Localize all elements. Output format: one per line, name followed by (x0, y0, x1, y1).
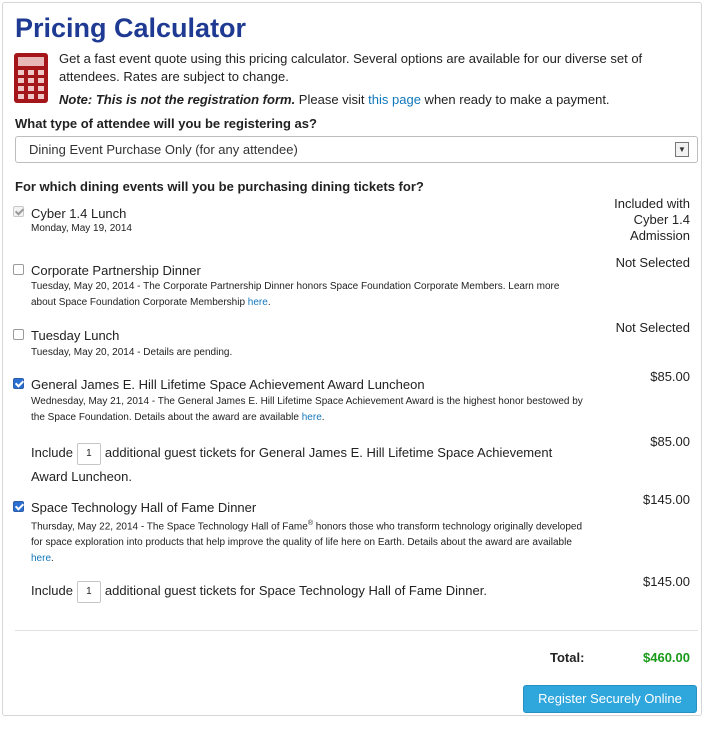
price-line: Included with (614, 196, 690, 211)
note-post-link: when ready to make a payment. (420, 92, 610, 107)
attendee-type-select[interactable]: Dining Event Purchase Only (for any atte… (15, 136, 698, 163)
guest-ticket-text: additional guest tickets for General Jam… (31, 445, 553, 484)
desc-after: . (267, 297, 271, 308)
calculator-icon (14, 53, 48, 103)
dining-events-question: For which dining events will you be purc… (15, 179, 424, 194)
note-pre-link: Please visit (295, 92, 369, 107)
event-checkbox-hall-of-fame-dinner[interactable] (13, 501, 24, 512)
chevron-down-icon[interactable]: ▼ (675, 142, 689, 157)
attendee-type-question: What type of attendee will you be regist… (15, 116, 317, 131)
registration-page-link[interactable]: this page (368, 92, 421, 107)
include-label: Include (31, 583, 73, 598)
event-checkbox-corporate-dinner[interactable] (13, 264, 24, 275)
event-desc-cyber-lunch: Monday, May 19, 2014 (31, 223, 132, 234)
event-price-hill-luncheon: $85.00 (650, 369, 690, 384)
guest-qty-input-hill[interactable]: 1 (76, 442, 101, 465)
event-price-corporate-dinner: Not Selected (615, 255, 690, 270)
event-name-hill-luncheon: General James E. Hill Lifetime Space Ach… (31, 377, 425, 392)
event-name-hall-of-fame-dinner: Space Technology Hall of Fame Dinner (31, 500, 257, 515)
hill-award-link[interactable]: here (302, 412, 322, 423)
include-label: Include (31, 445, 73, 460)
event-name-corporate-dinner: Corporate Partnership Dinner (31, 263, 201, 278)
guest-price-hall-of-fame: $145.00 (643, 574, 690, 589)
hall-of-fame-award-link[interactable]: here (31, 553, 51, 564)
desc-text: Thursday, May 22, 2014 - The Space Techn… (31, 521, 308, 533)
register-button[interactable]: Register Securely Online Now (523, 685, 697, 732)
desc-after: . (321, 412, 325, 423)
note-bold: Note: This is not the registration form. (59, 92, 296, 107)
total-value: $460.00 (643, 650, 690, 665)
event-price-cyber-lunch: Included with Cyber 1.4 Admission (614, 196, 690, 244)
attendee-type-selected: Dining Event Purchase Only (for any atte… (29, 142, 298, 157)
event-checkbox-hill-luncheon[interactable] (13, 378, 24, 389)
guest-price-hill-luncheon: $85.00 (650, 434, 690, 449)
total-divider (15, 630, 698, 631)
event-desc-hill-luncheon: Wednesday, May 21, 2014 - The General Ja… (31, 394, 586, 426)
event-desc-corporate-dinner: Tuesday, May 20, 2014 - The Corporate Pa… (31, 279, 586, 311)
guest-tickets-hall-of-fame: Include 1 additional guest tickets for Spa… (31, 579, 591, 603)
intro-text: Get a fast event quote using this pricin… (59, 51, 643, 84)
calculator-panel: Pricing Calculator Get a fast event quot… (2, 2, 702, 732)
price-line: Cyber 1.4 (633, 212, 690, 227)
event-name-cyber-lunch: Cyber 1.4 Lunch (31, 206, 127, 221)
desc-text: Tuesday, May 20, 2014 - The Corporate Pa… (31, 281, 560, 308)
event-price-hall-of-fame-dinner: $145.00 (643, 492, 690, 507)
event-checkbox-tuesday-lunch[interactable] (13, 329, 24, 340)
guest-ticket-text: additional guest tickets for Space Techn… (104, 583, 487, 598)
desc-after: . (51, 553, 54, 565)
event-price-tuesday-lunch: Not Selected (615, 320, 690, 335)
registration-note: Note: This is not the registration form.… (59, 92, 610, 107)
corporate-membership-link[interactable]: here (248, 297, 268, 308)
guest-qty-input-hall-of-fame[interactable]: 1 (76, 580, 101, 603)
page-title: Pricing Calculator (15, 13, 247, 43)
total-label: Total: (550, 650, 585, 665)
event-desc-tuesday-lunch: Tuesday, May 20, 2014 - Details are pend… (31, 347, 233, 358)
event-checkbox-cyber-lunch[interactable] (13, 206, 24, 217)
price-line: Admission (630, 228, 690, 243)
event-desc-hall-of-fame-dinner: Thursday, May 22, 2014 - The Space Techn… (31, 516, 586, 567)
guest-tickets-hill-luncheon: Include 1 additional guest tickets for Gen… (31, 441, 591, 489)
event-name-tuesday-lunch: Tuesday Lunch (31, 328, 120, 343)
